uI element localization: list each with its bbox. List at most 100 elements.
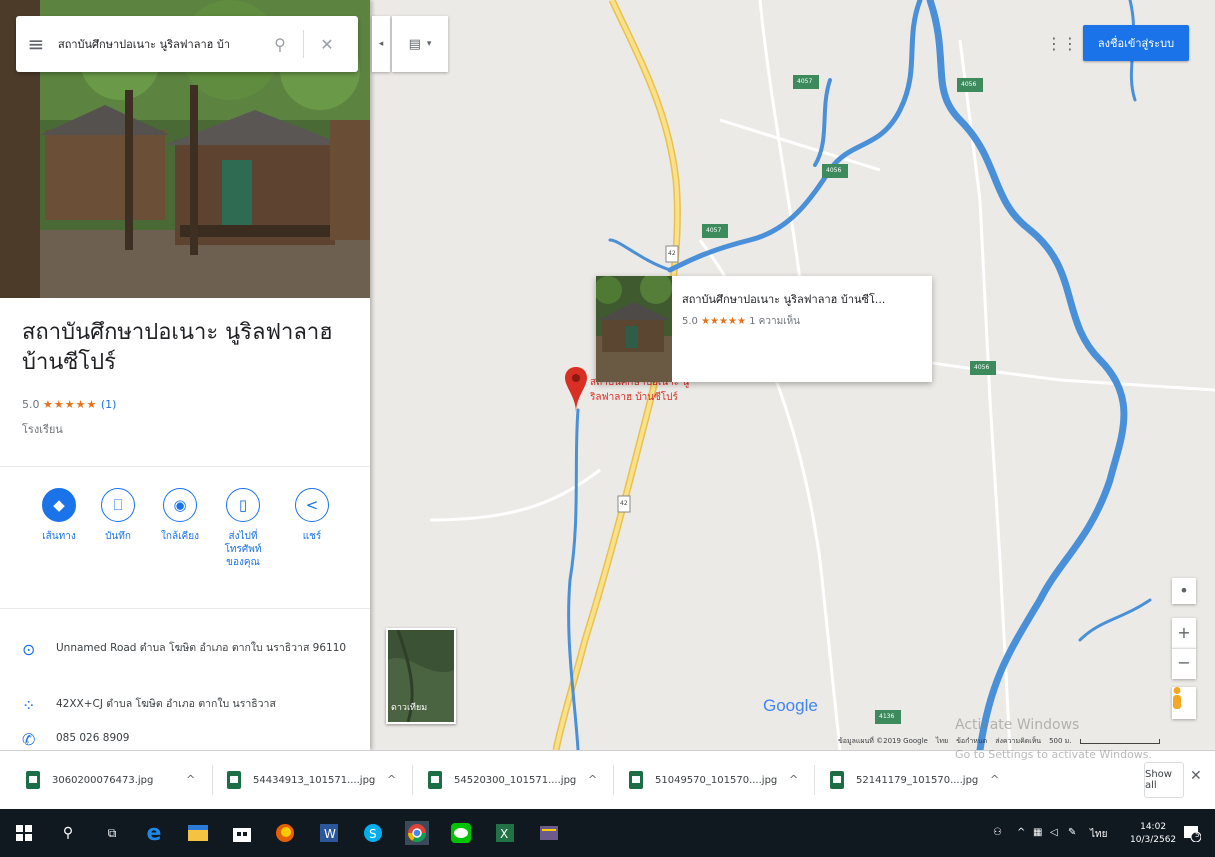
road-label: 4057 bbox=[797, 78, 813, 85]
plus-code-row[interactable]: ⁘ 42XX+CJ ตำบล โฆษิต อำเภอ ตากใบ นราธิวา… bbox=[22, 696, 352, 715]
chevron-up-icon[interactable]: ^ bbox=[186, 773, 195, 786]
svg-text:X: X bbox=[500, 827, 508, 841]
directions-icon: ◆ bbox=[42, 488, 76, 522]
divider bbox=[412, 765, 413, 795]
nearby-button[interactable]: ◉ ใกล้เคียง bbox=[153, 488, 207, 543]
people-icon[interactable]: ⚇ bbox=[993, 827, 1002, 838]
collapse-panel-button[interactable]: ◂ bbox=[372, 16, 390, 72]
image-file-icon bbox=[629, 771, 643, 789]
search-icon[interactable]: ⚲ bbox=[56, 821, 80, 845]
place-category[interactable]: โรงเรียน bbox=[22, 420, 63, 438]
send-to-phone-icon: ▯ bbox=[226, 488, 260, 522]
signin-button[interactable]: ลงชื่อเข้าสู่ระบบ bbox=[1083, 25, 1189, 61]
browser-window: 4057 4056 4056 4057 4056 4136 42 42 สถาบ… bbox=[0, 0, 1215, 857]
language-indicator[interactable]: ไทย bbox=[1090, 827, 1107, 842]
chevron-up-icon[interactable]: ^ bbox=[588, 773, 597, 786]
download-item[interactable]: 51049570_101570....jpg bbox=[629, 763, 777, 797]
image-file-icon bbox=[428, 771, 442, 789]
notification-icon[interactable]: 5 bbox=[1180, 821, 1204, 845]
divider bbox=[212, 765, 213, 795]
save-button[interactable]: ⎕ บันทึก bbox=[91, 488, 145, 543]
zoom-out-button[interactable]: − bbox=[1172, 648, 1196, 679]
skype-icon[interactable]: S bbox=[361, 821, 385, 845]
svg-text:W: W bbox=[324, 827, 336, 841]
search-input[interactable] bbox=[56, 36, 265, 52]
download-filename: 51049570_101570....jpg bbox=[655, 774, 778, 786]
action-label: บันทึก bbox=[105, 531, 131, 542]
windows-start-icon[interactable] bbox=[12, 821, 36, 845]
chevron-up-icon[interactable]: ^ bbox=[789, 773, 798, 786]
pegman-icon[interactable] bbox=[1172, 687, 1196, 719]
activate-windows-watermark: Activate Windows bbox=[955, 717, 1080, 733]
zoom-in-button[interactable]: + bbox=[1172, 618, 1196, 648]
popup-title[interactable]: สถาบันศึกษาปอเนาะ นูริลฟาลาฮ บ้านซีโ... bbox=[682, 290, 926, 308]
share-button[interactable]: < แชร์ bbox=[285, 488, 339, 543]
download-filename: 54520300_101571....jpg bbox=[454, 774, 577, 786]
windows-taskbar: ⚲ ⧉ e W S X ⚇ ^ ▦ ◁ ✎ ไทย 14:02 10/3/256… bbox=[0, 809, 1215, 857]
search-icon[interactable]: ⚲ bbox=[265, 35, 295, 54]
compass-button[interactable]: • bbox=[1172, 578, 1196, 604]
task-view-icon[interactable]: ⧉ bbox=[100, 821, 124, 845]
image-file-icon bbox=[227, 771, 241, 789]
popup-thumbnail[interactable] bbox=[596, 276, 672, 382]
close-icon[interactable]: ✕ bbox=[1190, 768, 1202, 784]
directions-button[interactable]: ◆ เส้นทาง bbox=[32, 488, 86, 543]
chevron-up-icon[interactable]: ^ bbox=[387, 773, 396, 786]
clock-time: 14:02 bbox=[1140, 822, 1167, 832]
network-icon[interactable]: ▦ bbox=[1033, 827, 1042, 838]
layers-icon: ▤ bbox=[408, 36, 421, 52]
rating-value: 5.0 bbox=[22, 398, 40, 411]
download-item[interactable]: 3060200076473.jpg bbox=[26, 763, 153, 797]
divider bbox=[814, 765, 815, 795]
divider bbox=[0, 466, 370, 467]
phone-text: 085 026 8909 bbox=[56, 732, 130, 744]
divider bbox=[0, 608, 370, 609]
place-popup[interactable]: สถาบันศึกษาปอเนาะ นูริลฟาลาฮ บ้านซีโ... … bbox=[596, 276, 932, 382]
show-all-button[interactable]: Show all bbox=[1144, 762, 1184, 798]
word-icon[interactable]: W bbox=[317, 821, 341, 845]
popup-reviews[interactable]: 1 ความเห็น bbox=[749, 316, 800, 327]
phone-row[interactable]: ✆ 085 026 8909 bbox=[22, 730, 352, 749]
store-icon[interactable] bbox=[230, 821, 254, 845]
notification-count: 5 bbox=[1195, 831, 1200, 839]
send-to-phone-button[interactable]: ▯ ส่งไปที่โทรศัพท์ของคุณ bbox=[216, 488, 270, 569]
place-rating: 5.0 ★★★★★ (1) bbox=[22, 398, 116, 411]
terms-link[interactable]: ข้อกำหนด bbox=[956, 736, 987, 747]
hamburger-menu-icon[interactable]: ≡ bbox=[16, 32, 56, 56]
layers-button[interactable]: ▤ ▾ bbox=[392, 16, 448, 72]
volume-icon[interactable]: ◁ bbox=[1050, 827, 1058, 838]
image-file-icon bbox=[26, 771, 40, 789]
feedback-link[interactable]: ส่งความคิดเห็น bbox=[995, 736, 1041, 747]
place-title: สถาบันศึกษาปอเนาะ นูริลฟาลาฮ บ้านซีโปร์ bbox=[22, 320, 333, 375]
chrome-icon[interactable] bbox=[405, 821, 429, 845]
download-item[interactable]: 54434913_101571....jpg bbox=[227, 763, 375, 797]
address-row[interactable]: ⊙ Unnamed Road ตำบล โฆษิต อำเภอ ตากใบ นร… bbox=[22, 640, 352, 659]
google-logo-text: Google bbox=[763, 696, 818, 715]
road-label: 4056 bbox=[961, 81, 977, 88]
file-explorer-icon[interactable] bbox=[186, 821, 210, 845]
app-icon[interactable] bbox=[537, 821, 561, 845]
country-link[interactable]: ไทย bbox=[936, 736, 948, 747]
action-label: ส่งไปที่โทรศัพท์ของคุณ bbox=[224, 531, 262, 568]
download-item[interactable]: 52141179_101570....jpg bbox=[830, 763, 978, 797]
download-item[interactable]: 54520300_101571....jpg bbox=[428, 763, 576, 797]
chevron-up-icon[interactable]: ^ bbox=[990, 773, 999, 786]
search-box: ≡ ⚲ ✕ bbox=[16, 16, 358, 72]
review-count[interactable]: (1) bbox=[101, 398, 117, 411]
road-label: 4136 bbox=[879, 713, 895, 720]
scale-label[interactable]: 500 ม. bbox=[1049, 736, 1071, 747]
line-icon[interactable] bbox=[449, 821, 473, 845]
close-icon[interactable]: ✕ bbox=[312, 35, 342, 54]
system-clock[interactable]: 14:02 10/3/2562 bbox=[1130, 821, 1176, 847]
chevron-up-icon[interactable]: ^ bbox=[1017, 827, 1025, 838]
pen-icon[interactable]: ✎ bbox=[1068, 827, 1076, 838]
satellite-toggle[interactable]: ดาวเทียม bbox=[386, 628, 456, 724]
excel-icon[interactable]: X bbox=[493, 821, 517, 845]
bookmark-icon: ⎕ bbox=[101, 488, 135, 522]
edge-browser-icon[interactable]: e bbox=[142, 821, 166, 846]
popup-rating-value: 5.0 bbox=[682, 316, 698, 327]
divider bbox=[303, 30, 304, 58]
road-label: 4057 bbox=[706, 227, 722, 234]
firefox-icon[interactable] bbox=[273, 821, 297, 845]
star-icon: ★★★★★ bbox=[701, 316, 746, 327]
